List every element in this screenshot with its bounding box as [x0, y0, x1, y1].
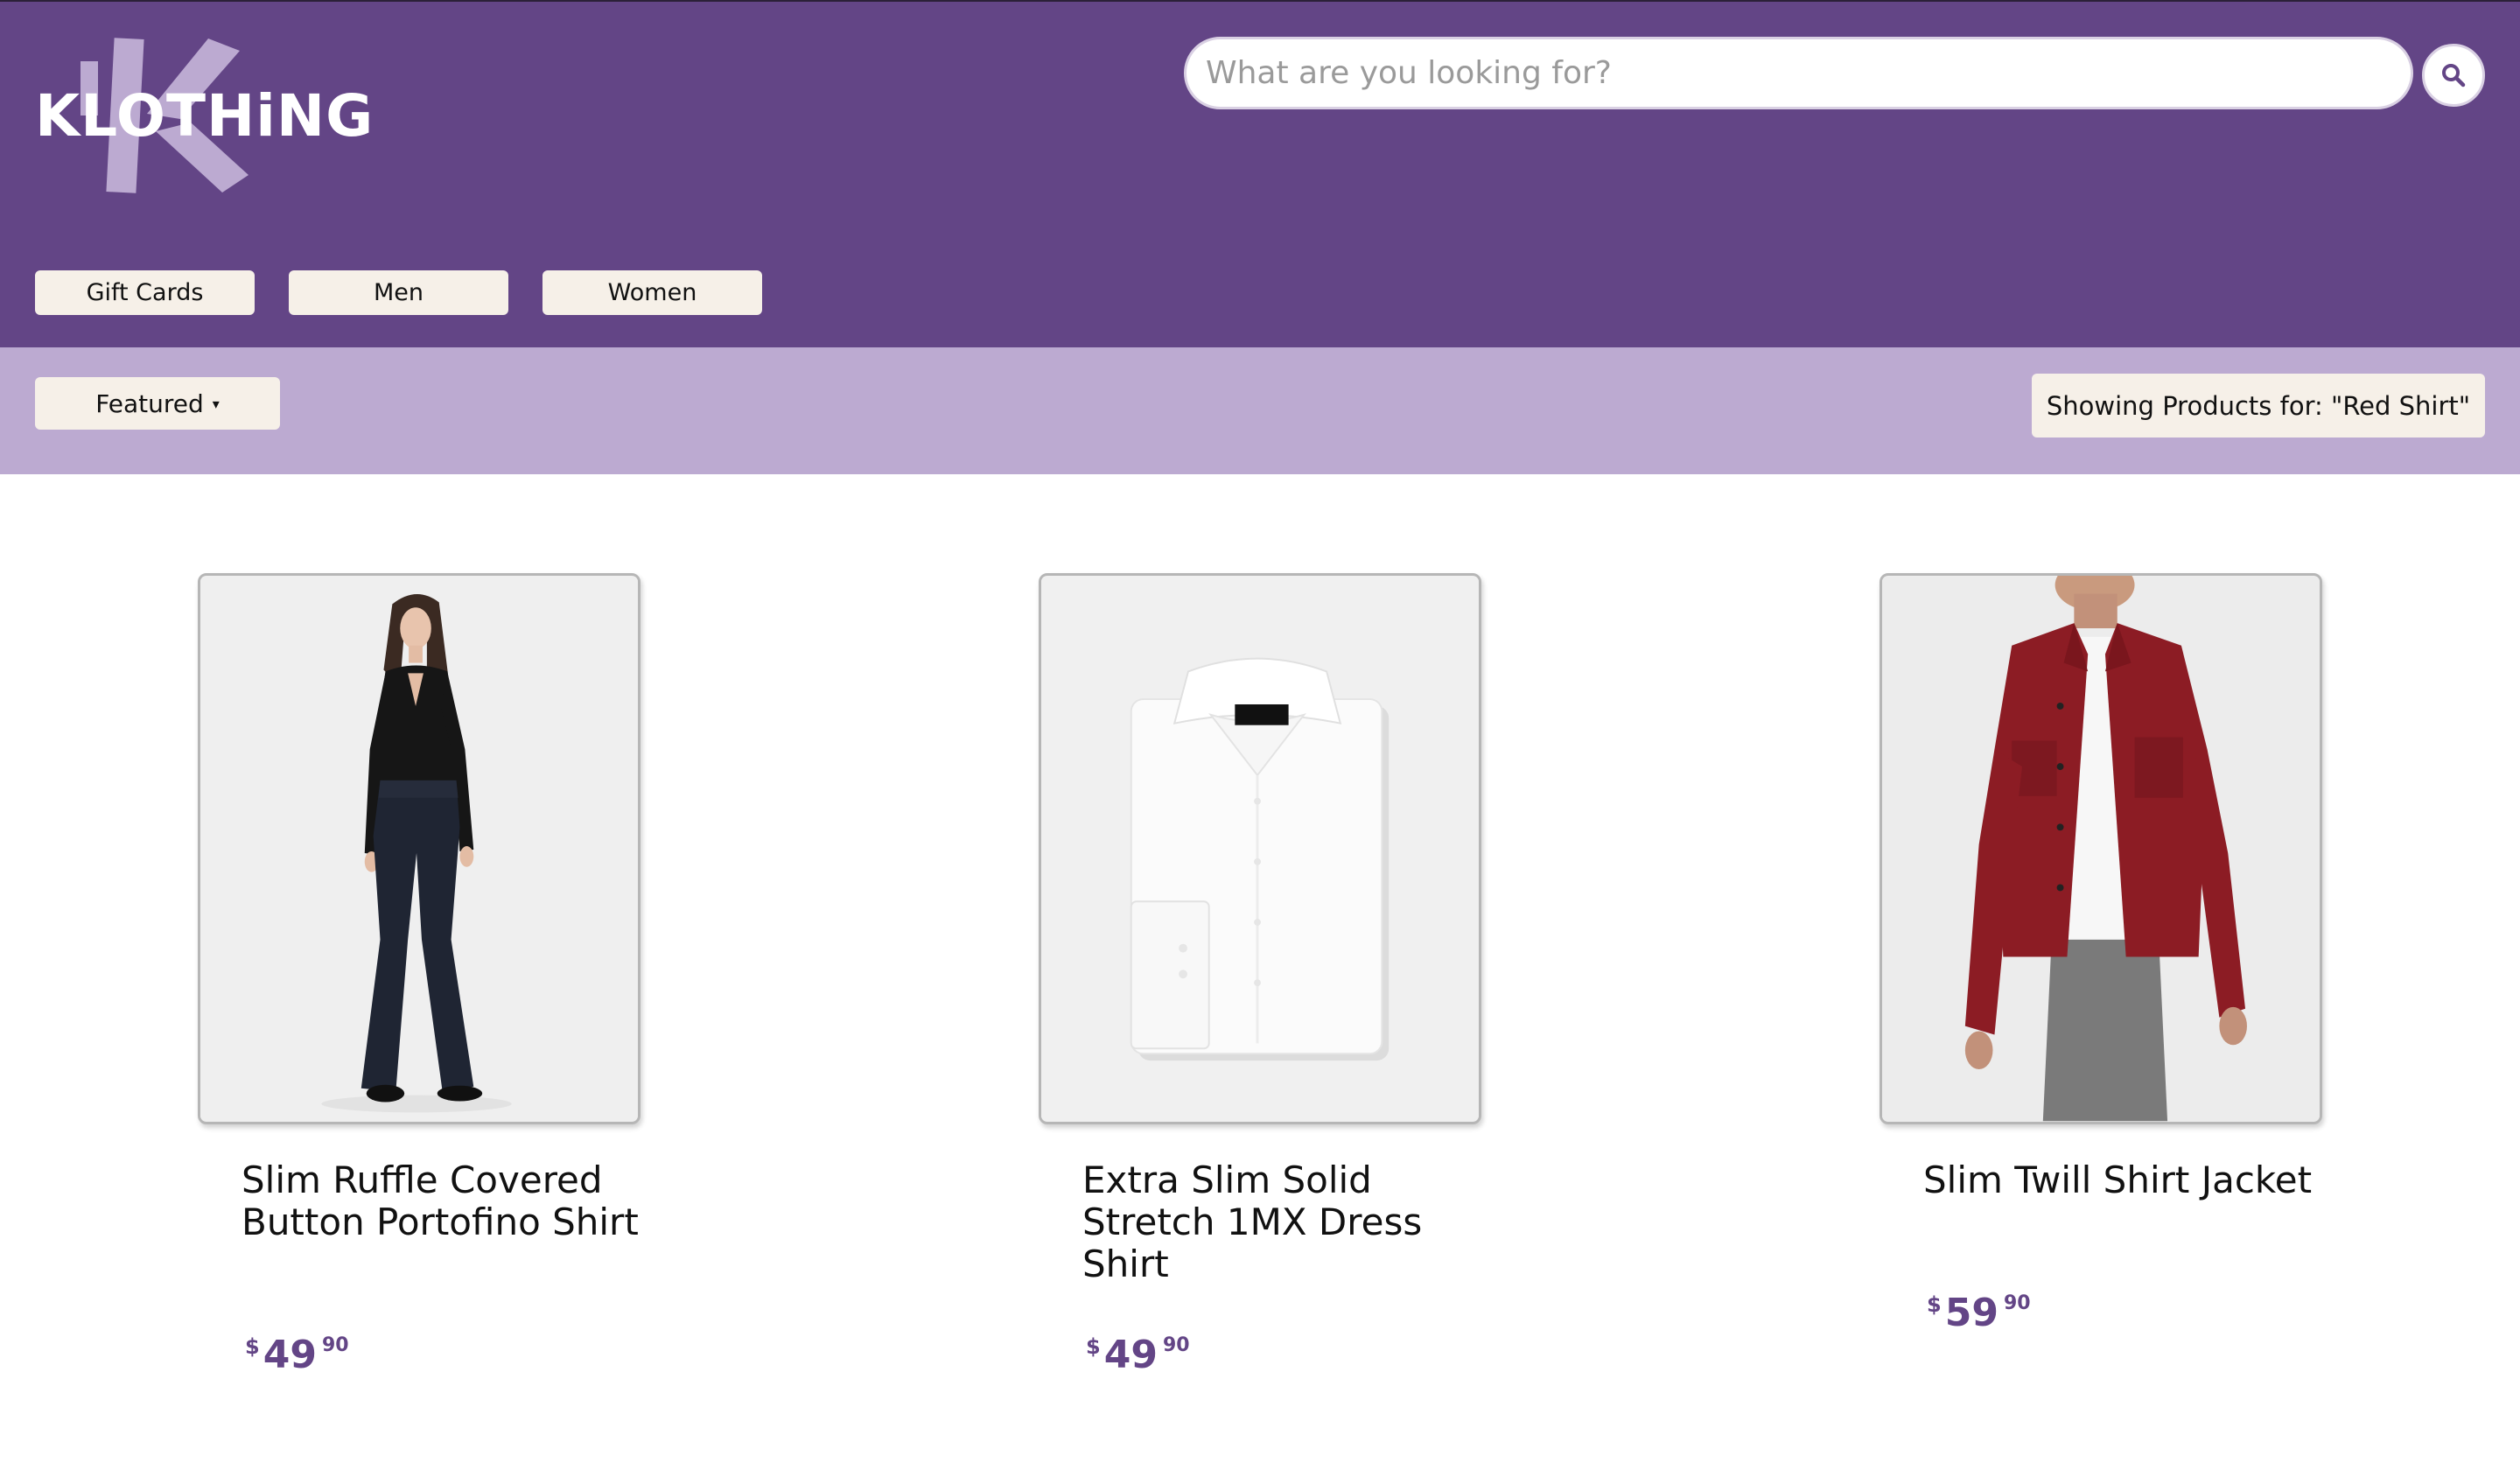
brand-logo[interactable]: KLOTHiNG — [33, 35, 373, 196]
caret-down-icon: ▾ — [212, 395, 220, 412]
magnifier-icon — [2442, 64, 2466, 88]
model-black-blouse-jeans-image — [200, 576, 638, 1122]
nav-women-button[interactable]: Women — [542, 270, 762, 315]
site-header: KLOTHiNG Gift Cards Men Women — [0, 0, 2520, 347]
page: KLOTHiNG Gift Cards Men Women Featured ▾… — [0, 0, 2520, 1477]
nav-gift-cards-button[interactable]: Gift Cards — [35, 270, 255, 315]
brand-wordmark: KLOTHiNG — [35, 82, 374, 150]
product-image[interactable] — [1880, 573, 2322, 1124]
search-results-label: Showing Products for: "Red Shirt" — [2032, 374, 2485, 438]
price-currency: $ — [1086, 1334, 1101, 1359]
filter-bar: Featured ▾ Showing Products for: "Red Sh… — [0, 347, 2520, 474]
search-button[interactable] — [2422, 44, 2485, 107]
price-whole: 49 — [262, 1333, 317, 1377]
product-title[interactable]: Slim Twill Shirt Jacket — [1923, 1159, 2334, 1201]
product-image[interactable] — [1039, 573, 1481, 1124]
product-image[interactable] — [198, 573, 640, 1124]
nav-men-button[interactable]: Men — [289, 270, 508, 315]
model-red-shirt-jacket-image — [1882, 576, 2320, 1122]
price-cents: 90 — [321, 1334, 349, 1356]
folded-white-dress-shirt-image — [1041, 576, 1479, 1122]
search-box — [1184, 37, 2413, 109]
sort-dropdown[interactable]: Featured ▾ — [35, 377, 280, 430]
product-price: $49 90 — [245, 1333, 349, 1377]
product-title[interactable]: Slim Ruffle Covered Button Portofino Shi… — [242, 1159, 653, 1243]
product-price: $49 90 — [1086, 1333, 1190, 1377]
product-price: $59 90 — [1927, 1291, 2031, 1335]
search-input[interactable] — [1206, 39, 2387, 107]
price-cents: 90 — [1162, 1334, 1190, 1356]
price-currency: $ — [1927, 1292, 1942, 1317]
price-whole: 49 — [1103, 1333, 1158, 1377]
price-cents: 90 — [2003, 1292, 2031, 1314]
price-currency: $ — [245, 1334, 260, 1359]
price-whole: 59 — [1944, 1291, 1998, 1335]
product-title[interactable]: Extra Slim Solid Stretch 1MX Dress Shirt — [1082, 1159, 1494, 1285]
sort-label: Featured — [95, 388, 204, 418]
